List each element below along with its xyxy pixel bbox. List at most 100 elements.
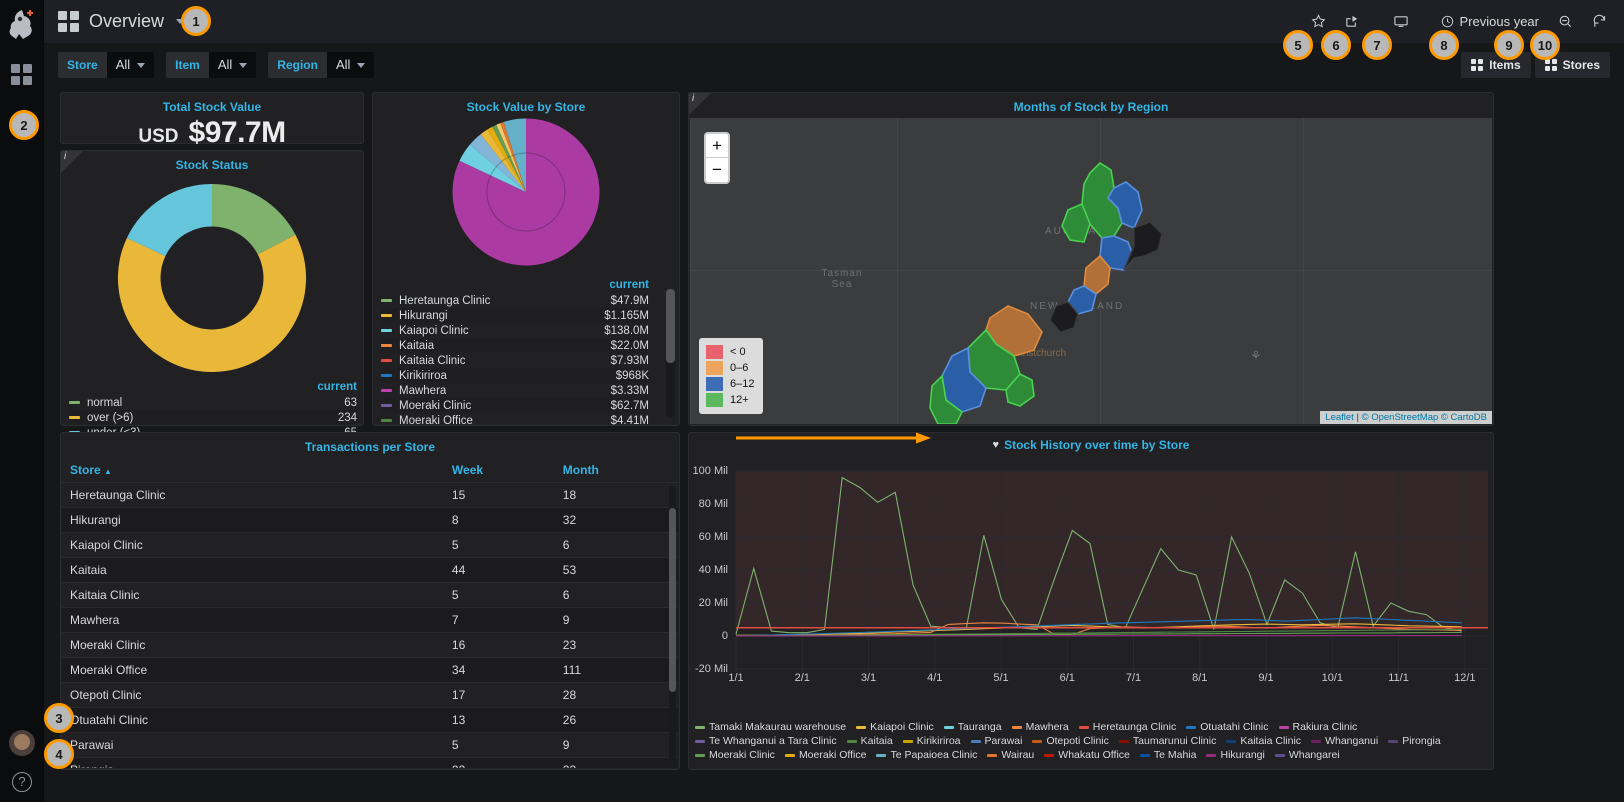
graph-legend-item[interactable]: Heretaunga Clinic xyxy=(1079,721,1176,733)
variable-store-select[interactable]: All xyxy=(107,52,154,78)
leaflet-link[interactable]: Leaflet xyxy=(1325,412,1354,423)
graph-legend-item[interactable]: Kaitaia xyxy=(847,735,893,747)
map-zoom-controls[interactable]: + − xyxy=(704,132,730,184)
graph-legend-item[interactable]: Tauranga xyxy=(944,721,1002,733)
panel-info-corner[interactable]: i xyxy=(689,93,711,115)
table-row[interactable]: Heretaunga Clinic1518 xyxy=(62,483,678,508)
table-row[interactable]: Parawai59 xyxy=(62,733,678,758)
legend-row[interactable]: Kaitaia Clinic $7.93M xyxy=(381,353,649,368)
x-tick-label: 10/1 xyxy=(1322,672,1343,684)
legend-scrollbar-track[interactable] xyxy=(666,289,675,417)
table-row[interactable]: Pirongia2222 xyxy=(62,758,678,769)
panel-transactions-per-store[interactable]: Transactions per Store Store ▲ Week Mont… xyxy=(60,432,680,770)
attribution-separator: | xyxy=(1354,412,1362,423)
dashboard-link-items[interactable]: Items xyxy=(1461,52,1530,78)
cell-week: 7 xyxy=(444,608,555,633)
legend-series-name: Hikurangi xyxy=(1220,749,1264,761)
graph-legend-item[interactable]: Parawai xyxy=(971,735,1023,747)
graph-legend-item[interactable]: Hikurangi xyxy=(1206,749,1264,761)
table-scroll-region[interactable]: Store ▲ Week Month Heretaunga Clinic1518… xyxy=(62,458,678,768)
table-row[interactable]: Otuatahi Clinic1326 xyxy=(62,708,678,733)
cell-store: Kaiapoi Clinic xyxy=(62,533,444,558)
panel-total-stock-value[interactable]: Total Stock Value USD $97.7M xyxy=(60,92,364,144)
panel-stock-status[interactable]: i Stock Status current normal 63 over (>… xyxy=(60,150,364,426)
table-row[interactable]: Kaitaia4453 xyxy=(62,558,678,583)
legend-row[interactable]: Heretaunga Clinic $47.9M xyxy=(381,293,649,308)
graph-legend-item[interactable]: Whanganui xyxy=(1311,735,1378,747)
table-row[interactable]: Otepoti Clinic1728 xyxy=(62,683,678,708)
panel-stock-value-by-store[interactable]: Stock Value by Store current Heretaunga … xyxy=(372,92,680,426)
column-header-month[interactable]: Month xyxy=(555,458,678,483)
legend-row[interactable]: Kirikiriroa $968K xyxy=(381,368,649,383)
table-row[interactable]: Moeraki Clinic1623 xyxy=(62,633,678,658)
column-header-week[interactable]: Week xyxy=(444,458,555,483)
help-icon[interactable]: ? xyxy=(12,772,32,792)
graph-legend-item[interactable]: Rakiura Clinic xyxy=(1279,721,1358,733)
graph-legend-item[interactable]: Kaiapoi Clinic xyxy=(856,721,934,733)
legend-row[interactable]: Kaitaia $22.0M xyxy=(381,338,649,353)
cell-store: Heretaunga Clinic xyxy=(62,483,444,508)
cell-month: 53 xyxy=(555,558,678,583)
map-canvas[interactable]: AUCKLAND Tasman Sea NEW ZEALAND Christch… xyxy=(690,118,1492,424)
sidebar-item-dashboards[interactable] xyxy=(11,64,32,85)
table-row[interactable]: Kaiapoi Clinic56 xyxy=(62,533,678,558)
legend-row[interactable]: Moeraki Office $4.41M xyxy=(381,413,649,428)
stock-value-pie-svg xyxy=(451,117,601,267)
variable-store: Store All xyxy=(58,52,154,78)
table-scrollbar-thumb[interactable] xyxy=(669,508,676,692)
legend-row[interactable]: normal 63 xyxy=(69,395,357,410)
panel-months-of-stock-by-region[interactable]: i Months of Stock by Region AUCKLAND Tas… xyxy=(688,92,1494,426)
kiosk-tv-button[interactable] xyxy=(1384,7,1418,37)
graph-legend-item[interactable]: Kaitaia Clinic xyxy=(1226,735,1301,747)
grafana-logo-icon[interactable] xyxy=(7,8,37,42)
legend-row[interactable]: Mawhera $3.33M xyxy=(381,383,649,398)
graph-legend-item[interactable]: Te Mahia xyxy=(1140,749,1197,761)
graph-legend-item[interactable]: Kirikiriroa xyxy=(903,735,961,747)
graph-legend-item[interactable]: Moeraki Clinic xyxy=(695,749,775,761)
side-menu-bottom: ? xyxy=(0,730,44,792)
singlestat-value: $97.7M xyxy=(189,116,286,150)
legend-row[interactable]: Kaiapoi Clinic $138.0M xyxy=(381,323,649,338)
legend-row[interactable]: Hikurangi $1.165M xyxy=(381,308,649,323)
panel-info-corner[interactable]: i xyxy=(61,151,83,173)
legend-color-swatch xyxy=(1186,726,1196,729)
cell-store: Hikurangi xyxy=(62,508,444,533)
graph-legend-item[interactable]: Te Whanganui a Tara Clinic xyxy=(695,735,837,747)
legend-series-name: over (>6) xyxy=(87,412,133,424)
map-zoom-out-button[interactable]: − xyxy=(706,158,728,182)
table-row[interactable]: Mawhera79 xyxy=(62,608,678,633)
table-row[interactable]: Moeraki Office34111 xyxy=(62,658,678,683)
graph-legend-item[interactable]: Tamaki Makaurau warehouse xyxy=(695,721,846,733)
panel-stock-history[interactable]: ♥ Stock History over time by Store 100 M… xyxy=(688,432,1494,770)
graph-legend-item[interactable]: Otepoti Clinic xyxy=(1032,735,1108,747)
graph-legend-item[interactable]: Taumarunui Clinic xyxy=(1119,735,1216,747)
dashboard-link-items-label: Items xyxy=(1489,58,1520,72)
x-tick-label: 6/1 xyxy=(1060,672,1075,684)
graph-legend-item[interactable]: Wairau xyxy=(987,749,1034,761)
variable-item-select[interactable]: All xyxy=(209,52,256,78)
graph-legend-item[interactable]: Whangarei xyxy=(1275,749,1340,761)
legend-scrollbar-thumb[interactable] xyxy=(666,289,675,363)
graph-plot-area[interactable]: 100 Mil80 Mil60 Mil40 Mil20 Mil0-20 Mil … xyxy=(690,457,1492,697)
column-header-store[interactable]: Store ▲ xyxy=(62,458,444,483)
graph-legend-item[interactable]: Pirongia xyxy=(1388,735,1441,747)
graph-legend-item[interactable]: Mawhera xyxy=(1012,721,1069,733)
map-zoom-in-button[interactable]: + xyxy=(706,134,728,158)
legend-row[interactable]: Moeraki Clinic $62.7M xyxy=(381,398,649,413)
graph-legend-item[interactable]: Whakatu Office xyxy=(1044,749,1130,761)
legend-row[interactable]: over (>6) 234 xyxy=(69,410,357,425)
graph-legend-item[interactable]: Te Papaioea Clinic xyxy=(876,749,977,761)
table-row[interactable]: Hikurangi832 xyxy=(62,508,678,533)
osm-link[interactable]: © OpenStreetMap xyxy=(1362,412,1439,423)
cell-week: 15 xyxy=(444,483,555,508)
table-row[interactable]: Kaitaia Clinic56 xyxy=(62,583,678,608)
graph-legend-item[interactable]: Moeraki Office xyxy=(785,749,867,761)
variable-store-label: Store xyxy=(58,52,107,78)
user-avatar[interactable] xyxy=(9,730,35,756)
variable-region-select[interactable]: All xyxy=(327,52,374,78)
cell-store: Pirongia xyxy=(62,758,444,769)
graph-legend-item[interactable]: Otuatahi Clinic xyxy=(1186,721,1268,733)
dashboard-title-button[interactable]: Overview xyxy=(58,11,184,32)
refresh-button[interactable] xyxy=(1582,7,1616,37)
cartodb-link[interactable]: © CartoDB xyxy=(1441,412,1487,423)
